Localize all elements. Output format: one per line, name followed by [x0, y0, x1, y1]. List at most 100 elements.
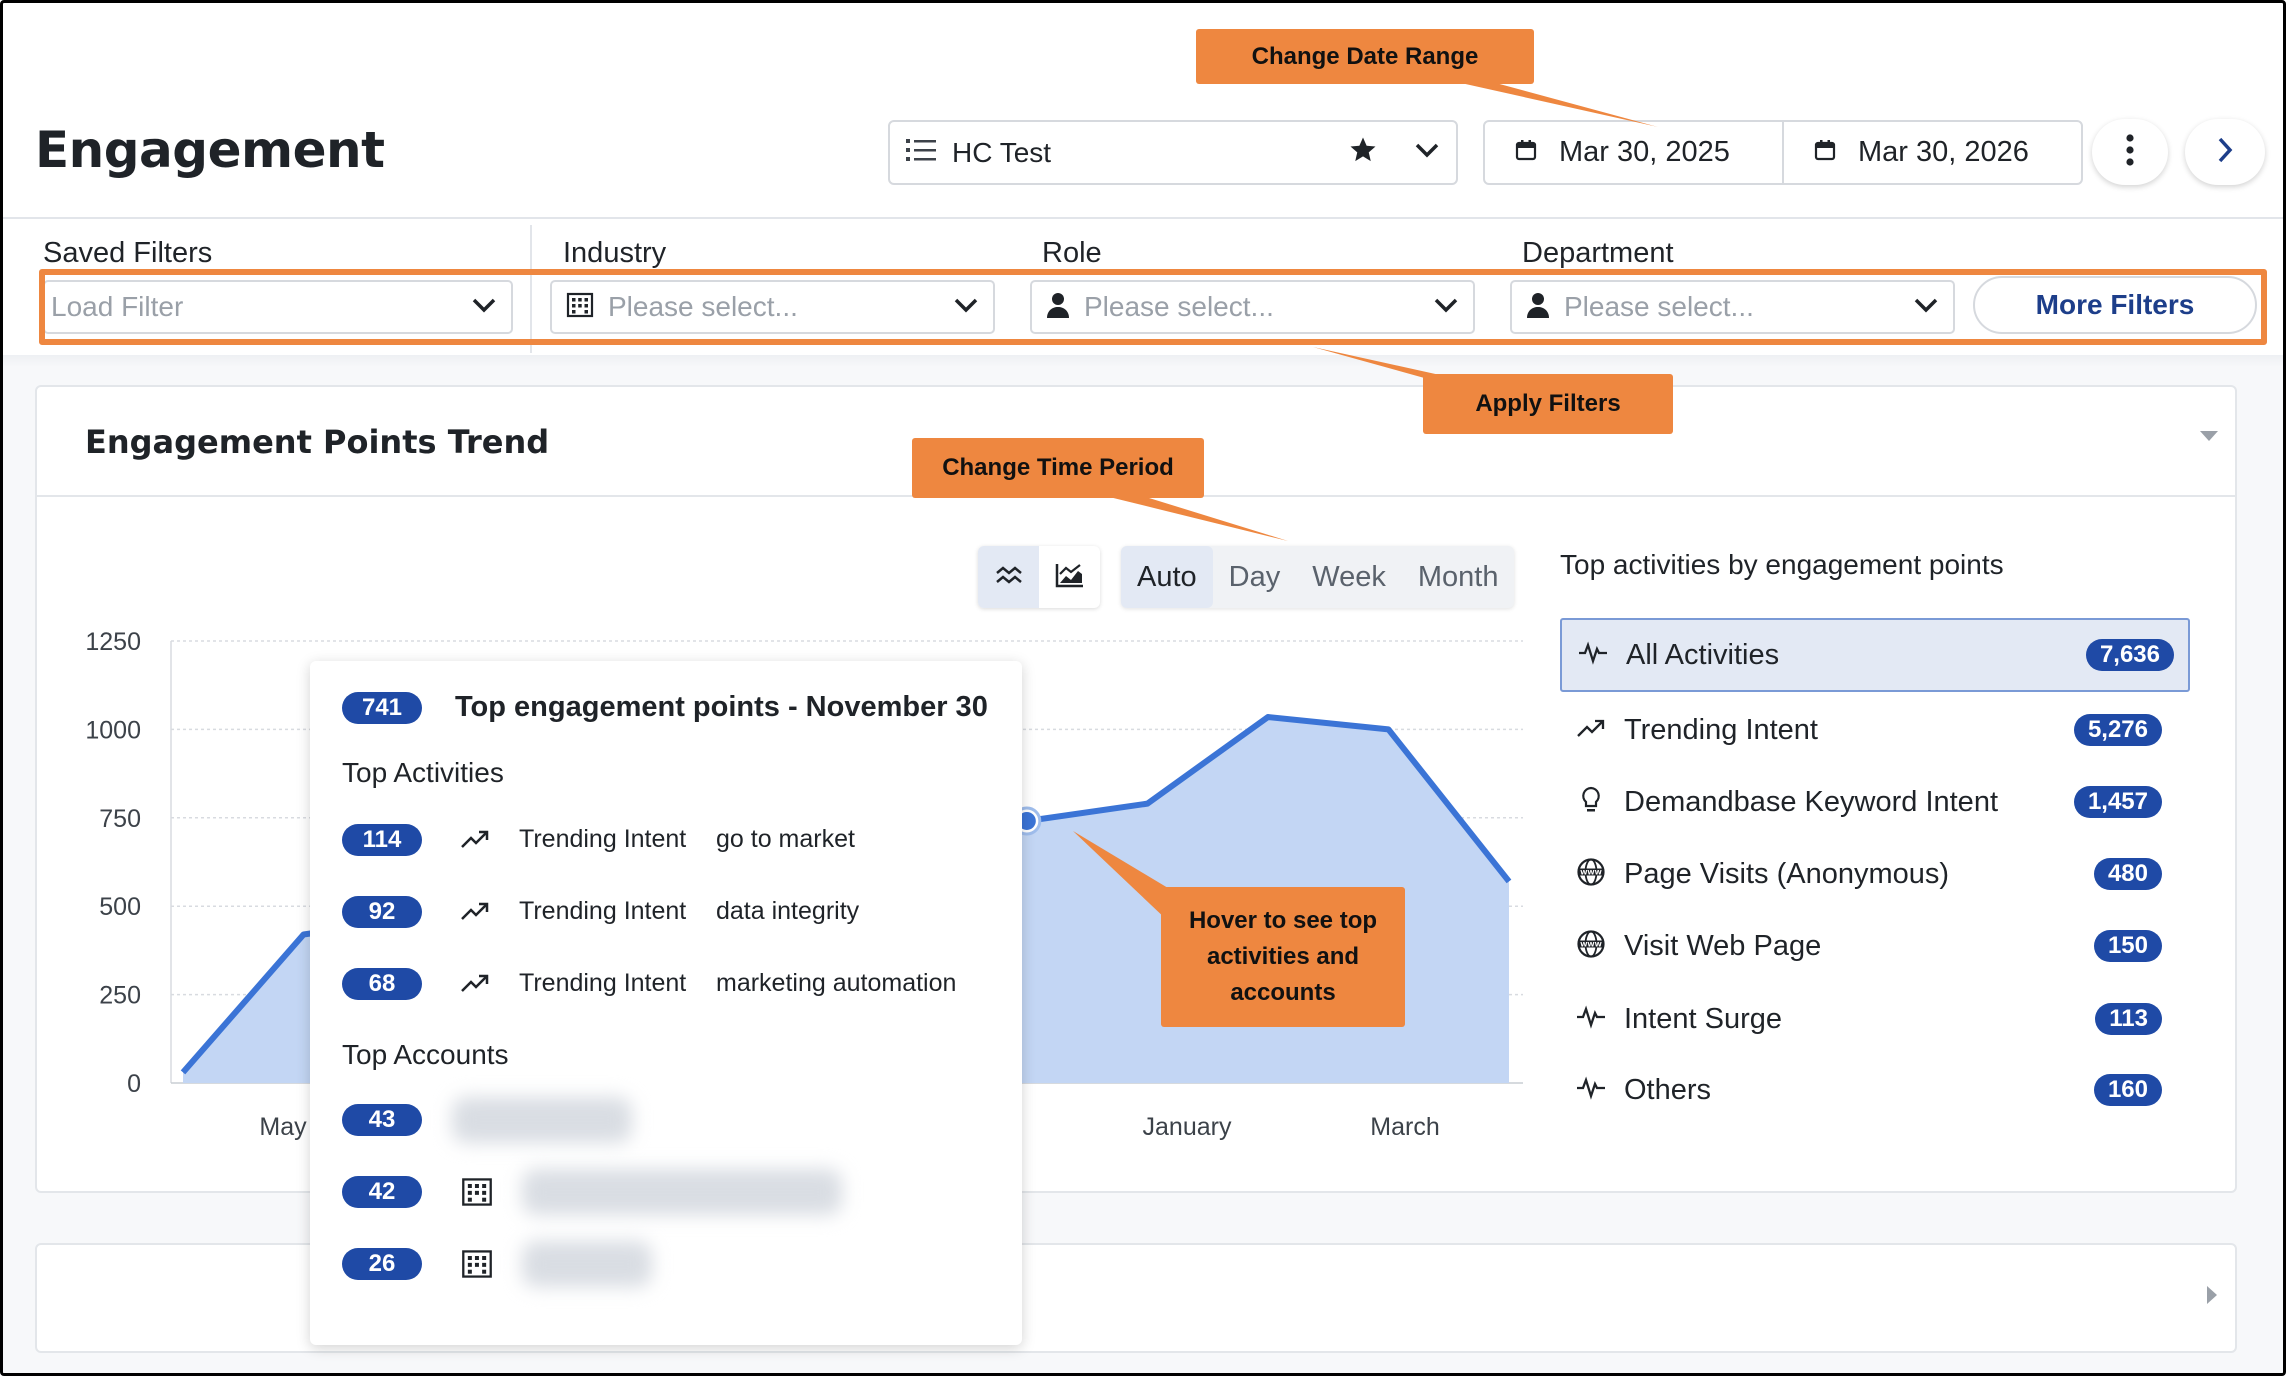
- activity-count-badge: 114: [342, 824, 422, 856]
- activity-row[interactable]: Trending Intent 5,276: [1560, 693, 2176, 767]
- blurred-account-name: [522, 1241, 652, 1287]
- list-selector[interactable]: HC Test: [888, 120, 1458, 185]
- x-tick-label: May: [259, 1113, 307, 1141]
- more-options-button[interactable]: [2092, 119, 2168, 185]
- chevron-down-icon: [1913, 296, 1939, 319]
- calendar-icon: [1814, 136, 1836, 169]
- chevron-right-icon: [2216, 136, 2234, 169]
- building-icon: [461, 1249, 493, 1284]
- area-chart-icon: [1055, 562, 1085, 593]
- person-icon: [1526, 292, 1550, 323]
- www-globe-icon: WWW: [1576, 857, 1606, 892]
- lightbulb-icon: [1576, 786, 1606, 819]
- activity-count-badge: 5,276: [2073, 714, 2162, 746]
- blurred-account-name: [522, 1169, 842, 1215]
- activity-count-badge: 7,636: [2085, 639, 2174, 671]
- activity-row[interactable]: All Activities 7,636: [1560, 618, 2190, 692]
- activity-label: Page Visits (Anonymous): [1624, 857, 1950, 890]
- hover-callout-line: activities and: [1206, 943, 1360, 970]
- top-activities-heading: Top activities by engagement points: [1560, 549, 2004, 580]
- chevron-down-icon[interactable]: [1414, 141, 1440, 164]
- activity-count-badge: 113: [2095, 1003, 2162, 1035]
- end-date-value: Mar 30, 2026: [1858, 136, 2029, 168]
- period-auto[interactable]: Auto: [1121, 546, 1213, 608]
- more-filters-button[interactable]: More Filters: [1973, 276, 2257, 334]
- activity-name: Trending Intent: [519, 825, 687, 853]
- next-button[interactable]: [2185, 119, 2265, 185]
- filter-separator: [530, 225, 532, 353]
- load-filter-dropdown[interactable]: Load Filter: [43, 280, 513, 334]
- hover-callout-line: accounts: [1230, 979, 1336, 1006]
- svg-text:WWW: WWW: [1580, 940, 1602, 948]
- activity-row[interactable]: WWW Page Visits (Anonymous) 480: [1560, 837, 2176, 911]
- top-accounts-section-title: Top Accounts: [342, 1039, 509, 1070]
- y-tick-label: 1000: [85, 716, 141, 744]
- industry-dropdown[interactable]: Please select...: [550, 280, 995, 334]
- industry-placeholder: Please select...: [608, 291, 798, 322]
- svg-text:WWW: WWW: [1580, 868, 1602, 876]
- start-date-field[interactable]: Mar 30, 2025: [1485, 122, 1782, 183]
- y-tick-label: 1250: [85, 628, 141, 656]
- activity-row[interactable]: WWW Visit Web Page 150: [1560, 909, 2176, 983]
- hover-callout-line: Hover to see top: [1188, 907, 1378, 934]
- time-period-toggle[interactable]: Auto Day Week Month: [1121, 546, 1515, 608]
- pulse-icon: [1576, 1075, 1606, 1105]
- y-tick-label: 500: [99, 893, 141, 921]
- list-icon: [906, 137, 936, 168]
- activity-count-badge: 160: [2093, 1074, 2162, 1106]
- kebab-menu-icon: [2125, 133, 2135, 171]
- account-count-badge: 42: [342, 1176, 422, 1208]
- tooltip-title: Top engagement points - November 30: [455, 691, 988, 723]
- account-count-badge: 26: [342, 1248, 422, 1280]
- activity-keyword: data integrity: [716, 897, 860, 925]
- list-selector-value: HC Test: [952, 136, 1052, 168]
- date-range-picker[interactable]: Mar 30, 2025 Mar 30, 2026: [1483, 120, 2083, 185]
- person-icon: [1046, 292, 1070, 323]
- trend-up-icon: [1576, 716, 1606, 745]
- industry-label: Industry: [563, 237, 667, 269]
- line-view-button[interactable]: [978, 546, 1039, 608]
- apply-filters-callout: Apply Filters: [1423, 374, 1673, 434]
- activity-count-badge: 150: [2093, 930, 2162, 962]
- chevron-down-icon: [471, 296, 497, 319]
- change-time-period-callout: Change Time Period: [912, 438, 1204, 498]
- activity-row[interactable]: Demandbase Keyword Intent 1,457: [1560, 765, 2176, 839]
- department-dropdown[interactable]: Please select...: [1510, 280, 1955, 334]
- period-day[interactable]: Day: [1213, 546, 1297, 608]
- change-date-range-callout: Change Date Range: [1196, 29, 1534, 84]
- end-date-field[interactable]: Mar 30, 2026: [1782, 122, 2081, 183]
- activity-count-badge: 480: [2093, 858, 2162, 890]
- activity-row[interactable]: Others 160: [1560, 1053, 2176, 1127]
- expand-caret-icon[interactable]: [2205, 1285, 2219, 1310]
- period-week[interactable]: Week: [1296, 546, 1402, 608]
- star-icon[interactable]: [1348, 135, 1378, 170]
- chevron-down-icon: [953, 296, 979, 319]
- trend-up-icon: [460, 899, 490, 928]
- chart-hover-tooltip: 741 Top engagement points - November 30 …: [310, 661, 1022, 1345]
- trend-up-icon: [460, 827, 490, 856]
- activity-name: Trending Intent: [519, 969, 687, 997]
- tooltip-total-badge: 741: [342, 692, 422, 724]
- line-chart-icon: [995, 563, 1023, 592]
- department-placeholder: Please select...: [1564, 291, 1754, 322]
- y-tick-label: 250: [99, 982, 141, 1010]
- trend-up-icon: [460, 971, 490, 1000]
- load-filter-placeholder: Load Filter: [51, 291, 184, 322]
- department-label: Department: [1522, 237, 1674, 269]
- filter-bar-shadow: [3, 355, 2283, 367]
- activity-name: Trending Intent: [519, 897, 687, 925]
- area-view-button[interactable]: [1039, 546, 1100, 608]
- role-placeholder: Please select...: [1084, 291, 1274, 322]
- hover-callout: Hover to see top activities and accounts: [1161, 887, 1405, 1027]
- activity-count-badge: 1,457: [2073, 786, 2162, 818]
- activity-label: Demandbase Keyword Intent: [1624, 785, 1998, 818]
- role-dropdown[interactable]: Please select...: [1030, 280, 1475, 334]
- period-month[interactable]: Month: [1402, 546, 1515, 608]
- building-icon: [461, 1177, 493, 1212]
- collapse-caret-icon[interactable]: [2199, 429, 2219, 448]
- chevron-down-icon: [1433, 296, 1459, 319]
- activity-label: Visit Web Page: [1624, 929, 1822, 962]
- activity-label: Trending Intent: [1624, 713, 1818, 746]
- chart-view-toggle[interactable]: [978, 546, 1100, 608]
- activity-row[interactable]: Intent Surge 113: [1560, 982, 2176, 1056]
